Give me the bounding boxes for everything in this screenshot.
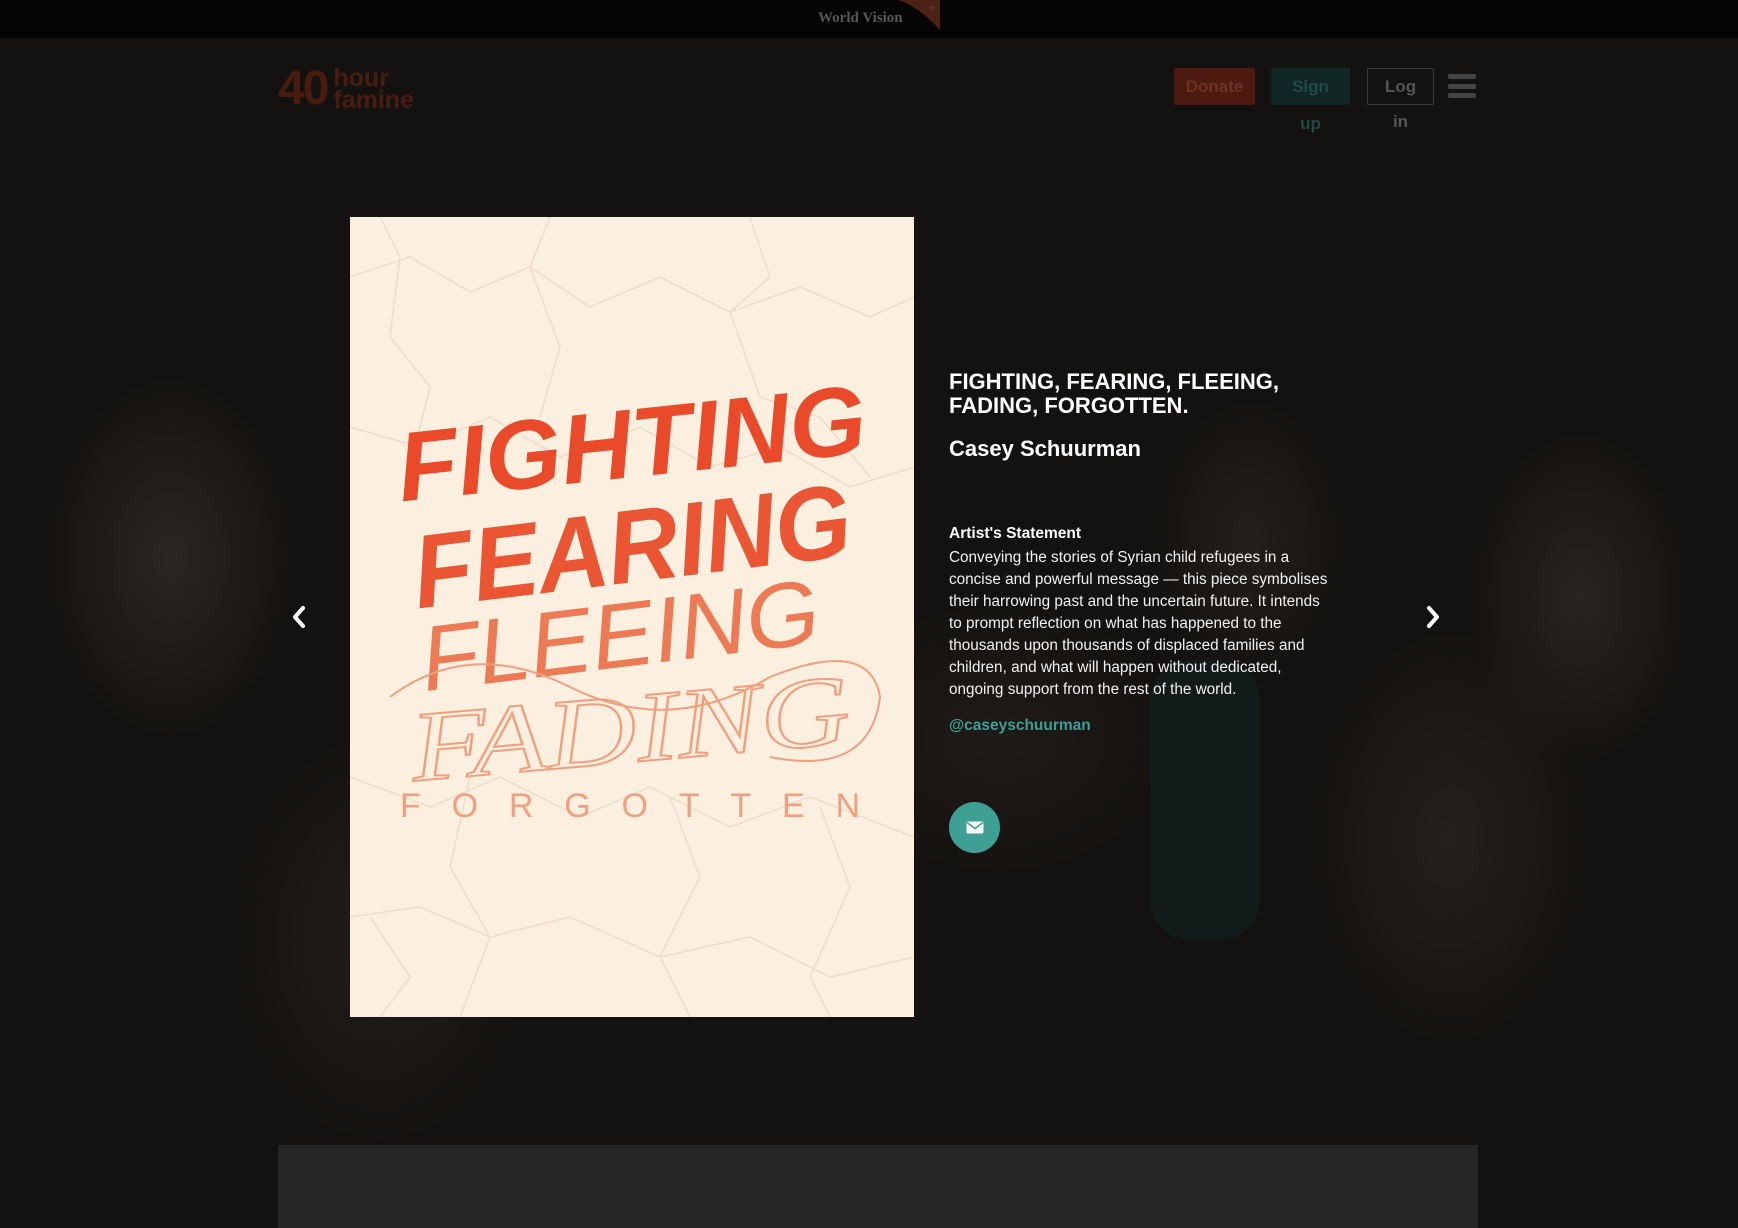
svg-text:+: + <box>928 3 936 14</box>
brand-words: hour famine <box>333 66 414 114</box>
hamburger-menu-icon[interactable] <box>1448 74 1476 98</box>
envelope-icon <box>966 821 983 834</box>
login-button[interactable]: Log in <box>1367 68 1434 131</box>
email-share-button[interactable] <box>949 802 1000 853</box>
artwork-title: FIGHTING, FEARING, FLEEING, FADING, FORG… <box>949 369 1279 418</box>
chevron-left-icon <box>293 606 305 628</box>
artwork-image: FIGHTING FEARING FLEEING FADING FORGOTTE… <box>350 217 914 1017</box>
world-vision-logo[interactable]: World Vision <box>818 6 903 30</box>
statement-heading: Artist's Statement <box>949 525 1082 542</box>
statement-text: Conveying the stories of Syrian child re… <box>949 549 1328 698</box>
next-artwork-button[interactable] <box>1418 600 1448 634</box>
40-hour-famine-logo[interactable]: 40 hour famine <box>278 62 414 115</box>
donate-button[interactable]: Donate <box>1174 68 1255 105</box>
signup-button[interactable]: Sign up <box>1271 68 1350 133</box>
artwork-details: FIGHTING, FEARING, FLEEING, FADING, FORG… <box>949 370 1334 462</box>
brand-line-2: famine <box>333 86 414 114</box>
world-vision-bar: World Vision + <box>0 0 1738 38</box>
background-figure <box>1150 660 1260 940</box>
content-panel <box>278 1145 1478 1228</box>
artwork-line-5: FORGOTTEN <box>400 787 860 825</box>
brand-number: 40 <box>278 62 329 115</box>
chevron-right-icon <box>1427 606 1439 628</box>
artist-handle-link[interactable]: @caseyschuurman <box>949 717 1091 735</box>
world-vision-flag-icon: + <box>898 0 940 30</box>
artist-name: Casey Schuurman <box>949 436 1141 461</box>
previous-artwork-button[interactable] <box>284 600 314 634</box>
